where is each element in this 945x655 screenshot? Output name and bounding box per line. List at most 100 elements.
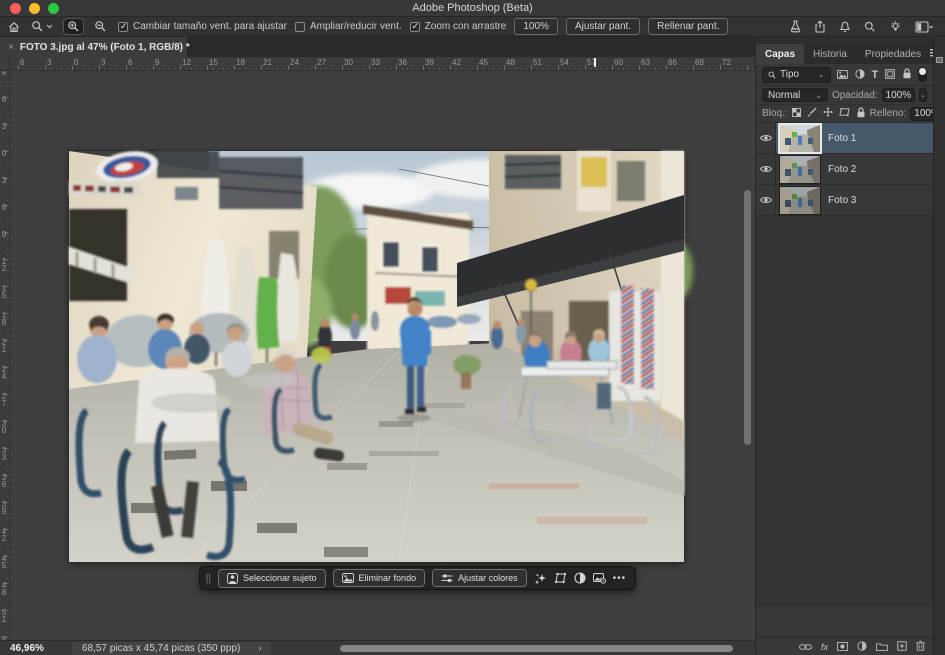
- sliders-icon: [441, 573, 453, 583]
- search-icon[interactable]: [864, 21, 876, 33]
- document-info[interactable]: 68,57 picas x 45,74 picas (350 ppp) ›: [72, 642, 271, 655]
- opacity-chevron-icon[interactable]: ⌄: [919, 88, 927, 102]
- workspace-switcher-icon[interactable]: [915, 21, 933, 33]
- contextual-task-bar: ⣿ Seleccionar sujeto Eliminar fondo Ajus…: [199, 566, 636, 590]
- blend-mode-select[interactable]: Normal ⌄: [762, 88, 828, 102]
- layer-thumbnail[interactable]: [780, 156, 820, 183]
- close-document-icon[interactable]: ×: [8, 42, 14, 53]
- title-bar: Adobe Photoshop (Beta): [0, 0, 945, 17]
- ruler-number: 51: [1, 609, 7, 623]
- ruler-origin-corner[interactable]: [0, 57, 10, 71]
- tab-capas[interactable]: Capas: [756, 44, 804, 64]
- filter-shape-icon[interactable]: [885, 66, 895, 84]
- ruler-number: 3: [101, 58, 105, 67]
- filter-smart-object-lock-icon[interactable]: [902, 66, 912, 84]
- zoom-tool-button[interactable]: [28, 19, 56, 34]
- lock-position-move-icon[interactable]: [823, 107, 833, 120]
- layer-name[interactable]: Foto 3: [828, 195, 856, 206]
- canvas-photo[interactable]: [69, 151, 684, 562]
- ruler-number: 42: [452, 58, 461, 67]
- adjust-colors-button[interactable]: Ajustar colores: [432, 569, 527, 587]
- magnifier-icon: [31, 20, 44, 33]
- tab-historia[interactable]: Historia: [804, 44, 856, 64]
- taskbar-drag-handle[interactable]: ⣿: [205, 574, 211, 582]
- checkbox-label: Ampliar/reducir vent.: [310, 21, 402, 32]
- checkbox-box: [410, 22, 420, 32]
- add-layer-mask-icon[interactable]: [837, 638, 848, 655]
- layer-name[interactable]: Foto 1: [828, 133, 856, 144]
- layer-effects-icon[interactable]: fx: [821, 642, 828, 652]
- layer-visibility-toggle[interactable]: [756, 185, 776, 215]
- image-settings-icon[interactable]: [593, 572, 606, 584]
- opacity-label: Opacidad:: [832, 90, 878, 101]
- delete-layer-trash-icon[interactable]: [916, 638, 925, 655]
- remove-background-button[interactable]: Eliminar fondo: [333, 569, 426, 587]
- collapsed-panel-dock[interactable]: [933, 37, 945, 655]
- transform-icon[interactable]: [554, 572, 567, 584]
- taskbar-more-options-button[interactable]: •••: [613, 573, 627, 584]
- lock-row: Bloq.: Relleno: 100% ⌄: [756, 105, 933, 123]
- layer-visibility-toggle[interactable]: [756, 154, 776, 184]
- filter-adjustment-icon[interactable]: [855, 66, 865, 84]
- fit-screen-button[interactable]: Ajustar pant.: [566, 18, 640, 35]
- discover-lightbulb-icon[interactable]: [889, 20, 902, 33]
- opacity-value-field[interactable]: 100%: [882, 88, 916, 102]
- dock-panel-icon[interactable]: [936, 57, 943, 63]
- ruler-number: 45: [479, 58, 488, 67]
- canvas-vertical-scrollbar[interactable]: [744, 190, 751, 445]
- zoom-100-button[interactable]: 100%: [514, 18, 558, 35]
- layer-row-foto3[interactable]: Foto 3: [756, 185, 933, 216]
- ruler-number: 6: [1, 96, 7, 103]
- lock-pixels-brush-icon[interactable]: [807, 107, 817, 120]
- home-icon[interactable]: [8, 21, 20, 33]
- image-icon: [342, 573, 354, 583]
- filter-on-off-toggle[interactable]: [918, 67, 927, 82]
- new-adjustment-layer-icon[interactable]: [857, 638, 867, 655]
- ruler-number: 24: [1, 366, 7, 380]
- share-icon[interactable]: [814, 20, 826, 33]
- document-dimensions: 68,57 picas x 45,74 picas (350 ppp): [82, 643, 240, 654]
- horizontal-ruler[interactable]: 6303691215182124273033363942454851545760…: [10, 57, 755, 71]
- canvas-horizontal-scrollbar[interactable]: [340, 645, 733, 652]
- zoom-all-windows-checkbox[interactable]: Ampliar/reducir vent.: [295, 21, 402, 32]
- status-menu-chevron-icon[interactable]: ›: [258, 643, 261, 653]
- filter-type-text-icon[interactable]: T: [872, 69, 879, 81]
- zoom-level-field[interactable]: 46,96%: [10, 643, 44, 654]
- layers-empty-area: [756, 216, 933, 607]
- ruler-number: 39: [425, 58, 434, 67]
- link-layers-icon[interactable]: [799, 638, 812, 655]
- notifications-bell-icon[interactable]: [839, 20, 851, 33]
- layer-visibility-toggle[interactable]: [756, 123, 776, 153]
- layer-thumbnail[interactable]: [780, 187, 820, 214]
- lock-artboard-icon[interactable]: [839, 107, 850, 120]
- generative-sparkle-icon[interactable]: [534, 572, 547, 585]
- new-group-folder-icon[interactable]: [876, 638, 888, 655]
- layer-row-foto2[interactable]: Foto 2: [756, 154, 933, 185]
- ruler-number: 21: [1, 339, 7, 353]
- ruler-number: 51: [533, 58, 542, 67]
- lock-transparency-icon[interactable]: [792, 108, 801, 120]
- new-layer-icon[interactable]: [897, 638, 907, 655]
- ruler-number: 21: [263, 58, 272, 67]
- scrubby-zoom-checkbox[interactable]: Zoom con arrastre: [410, 21, 507, 32]
- tab-propiedades[interactable]: Propiedades: [856, 44, 930, 64]
- vertical-ruler[interactable]: 9630369121518212427303336394245485154: [0, 71, 10, 640]
- filter-type-select[interactable]: Tipo ⌄: [762, 67, 831, 83]
- lock-all-padlock-icon[interactable]: [856, 107, 866, 121]
- zoom-out-button[interactable]: [91, 19, 110, 34]
- ruler-number: 12: [1, 258, 7, 272]
- beta-flask-icon[interactable]: [790, 20, 801, 33]
- layer-thumbnail[interactable]: [780, 125, 820, 152]
- layer-name[interactable]: Foto 2: [828, 164, 856, 175]
- resize-window-to-fit-checkbox[interactable]: Cambiar tamaño vent. para ajustar: [118, 21, 287, 32]
- document-tab[interactable]: × FOTO 3.jpg al 47% (Foto 1, RGB/8) *: [0, 37, 188, 57]
- fill-screen-button[interactable]: Rellenar pant.: [648, 18, 728, 35]
- ruler-number: 54: [560, 58, 569, 67]
- zoom-in-button[interactable]: [64, 19, 83, 34]
- layer-row-foto1[interactable]: Foto 1: [756, 123, 933, 154]
- checkbox-box: [295, 22, 305, 32]
- ruler-number: 6: [128, 58, 132, 67]
- filter-image-icon[interactable]: [837, 66, 848, 84]
- select-subject-button[interactable]: Seleccionar sujeto: [218, 569, 326, 588]
- adjustment-half-circle-icon[interactable]: [574, 572, 586, 584]
